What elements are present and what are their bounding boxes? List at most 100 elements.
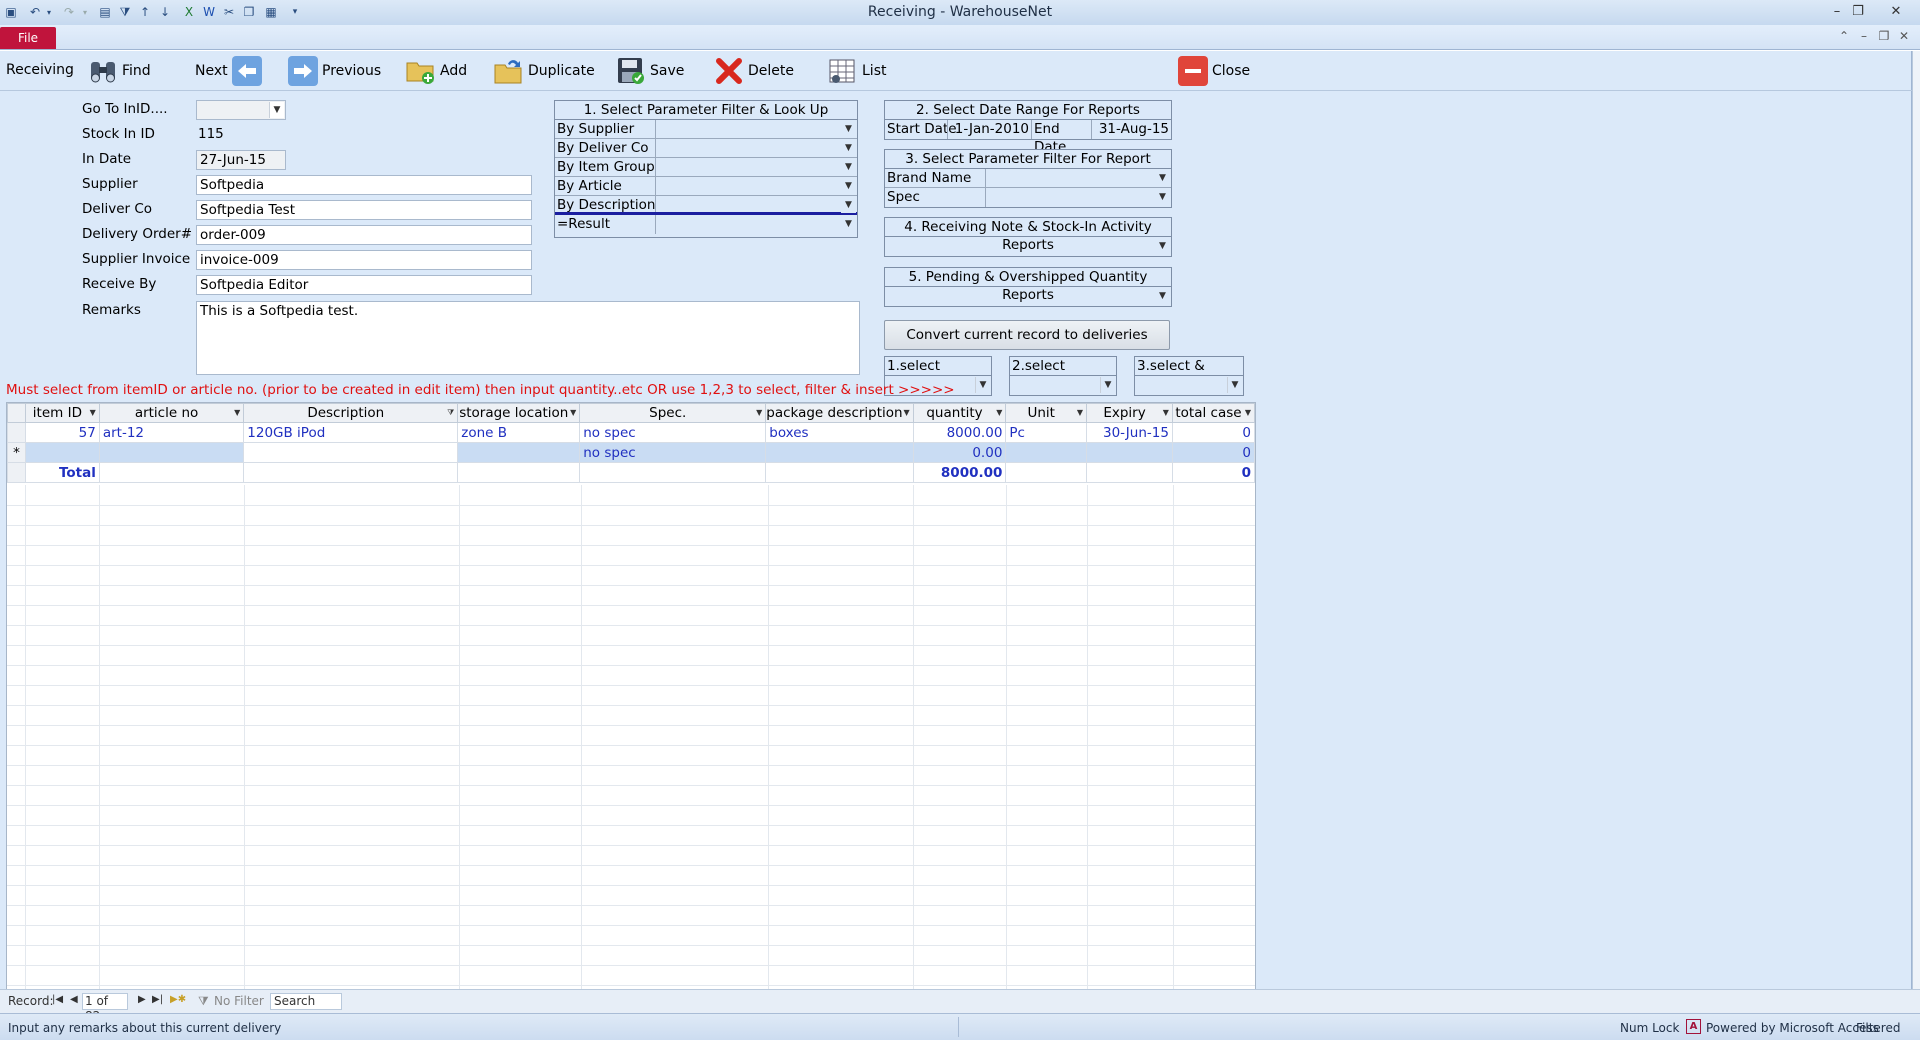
sort-arrow-icon[interactable]: ▼ (234, 408, 240, 417)
no-filter-icon[interactable]: ⧩ (198, 994, 209, 1009)
chevron-down-icon[interactable]: ▼ (1227, 377, 1242, 393)
cell-article-no[interactable] (98, 442, 245, 463)
col-item-id[interactable]: item ID ▼ (24, 403, 100, 423)
file-tab[interactable]: File (0, 27, 56, 49)
filter-result[interactable]: =Result ▼ (555, 215, 857, 234)
cell-quantity[interactable]: 0.00 (912, 442, 1007, 463)
receive-by-field[interactable]: Softpedia Editor (196, 275, 532, 295)
cell-storage-location[interactable] (457, 442, 581, 463)
chevron-down-icon[interactable]: ▼ (841, 121, 856, 137)
filter-funnel-icon[interactable]: ⧩ (447, 408, 454, 418)
report-filter-brand[interactable]: Brand Name ▼ (885, 169, 1171, 188)
sort-arrow-icon[interactable]: ▼ (903, 408, 909, 417)
col-spec[interactable]: Spec. ▼ (579, 403, 767, 423)
filter-combo[interactable]: ▼ (655, 120, 857, 138)
filter-combo[interactable]: ▼ (655, 158, 857, 176)
filter-by-deliver-co[interactable]: By Deliver Co ▼ (555, 139, 857, 158)
ribbon-collapse-icon[interactable]: ⌃ (1836, 29, 1852, 43)
new-record-icon[interactable]: ▶✱ (170, 994, 186, 1005)
goto-combo[interactable]: ▼ (196, 100, 286, 120)
filter-by-description[interactable]: By Description ▼ (555, 196, 857, 215)
select-2-combo[interactable]: ▼ (1010, 376, 1116, 395)
chevron-down-icon[interactable]: ▼ (841, 178, 856, 194)
chevron-down-icon[interactable]: ▼ (269, 102, 284, 118)
doc-close-icon[interactable]: ✕ (1896, 29, 1912, 43)
cell-package[interactable] (765, 442, 914, 463)
chevron-down-icon[interactable]: ▼ (1155, 238, 1170, 254)
remarks-textarea[interactable]: This is a Softpedia test. (196, 301, 860, 375)
sort-arrow-icon[interactable]: ▼ (1077, 408, 1083, 417)
sort-arrow-icon[interactable]: ▼ (1163, 408, 1169, 417)
list-button[interactable]: List (828, 55, 886, 87)
chevron-down-icon[interactable]: ▼ (841, 216, 856, 232)
filter-by-item-group[interactable]: By Item Group ▼ (555, 158, 857, 177)
sort-arrow-icon[interactable]: ▼ (756, 408, 762, 417)
cell-unit[interactable]: Pc (1005, 422, 1088, 443)
filter-combo[interactable]: ▼ (655, 139, 857, 157)
supplier-invoice-field[interactable]: invoice-009 (196, 250, 532, 270)
convert-to-deliveries-button[interactable]: Convert current record to deliveries (884, 320, 1170, 350)
save-button[interactable]: Save (616, 55, 684, 87)
new-record-marker[interactable]: * (7, 442, 26, 463)
chevron-down-icon[interactable]: ▼ (1100, 377, 1115, 393)
add-button[interactable]: Add (406, 55, 467, 87)
chevron-down-icon[interactable]: ▼ (1155, 288, 1170, 304)
sort-arrow-icon[interactable]: ▼ (1245, 408, 1251, 417)
result-combo[interactable]: ▼ (655, 215, 857, 234)
next-button[interactable]: Next (195, 55, 262, 87)
deliver-co-field[interactable]: Softpedia Test (196, 200, 532, 220)
sort-arrow-icon[interactable]: ▼ (90, 408, 96, 417)
row-selector-header[interactable] (7, 403, 26, 423)
cell-storage-location[interactable]: zone B (457, 422, 581, 443)
col-total-case[interactable]: total case ▼ (1171, 403, 1255, 423)
filter-status[interactable]: No Filter (214, 994, 264, 1008)
chevron-down-icon[interactable]: ▼ (841, 140, 856, 156)
row-selector[interactable] (7, 422, 26, 443)
new-record-row[interactable]: * no spec 0.00 0 (7, 442, 1255, 463)
delete-button[interactable]: Delete (714, 55, 794, 87)
chevron-down-icon[interactable]: ▼ (975, 377, 990, 393)
doc-restore-icon[interactable]: ❐ (1876, 29, 1892, 43)
filter-combo[interactable]: ▼ (655, 177, 857, 195)
pending-reports-combo[interactable]: ▼ (885, 287, 1171, 306)
report-filter-combo[interactable]: ▼ (985, 188, 1171, 207)
find-button[interactable]: Find (88, 55, 151, 87)
close-window-icon[interactable]: ✕ (1872, 1, 1920, 21)
col-article-no[interactable]: article no ▼ (98, 403, 245, 423)
supplier-field[interactable]: Softpedia (196, 175, 532, 195)
receiving-reports-combo[interactable]: ▼ (885, 237, 1171, 256)
sort-arrow-icon[interactable]: ▼ (996, 408, 1002, 417)
start-date-field[interactable]: 1-Jan-2010 (947, 120, 1031, 139)
select-2[interactable]: 2.select ▼ (1009, 356, 1117, 396)
col-unit[interactable]: Unit ▼ (1005, 403, 1088, 423)
cell-quantity[interactable]: 8000.00 (912, 422, 1007, 443)
search-input[interactable]: Search (270, 993, 342, 1010)
col-storage-location[interactable]: storage location ▼ (457, 403, 581, 423)
report-filter-combo[interactable]: ▼ (985, 169, 1171, 187)
table-row[interactable]: 57 art-12 120GB iPod zone B no spec boxe… (7, 422, 1255, 443)
sort-arrow-icon[interactable]: ▼ (570, 408, 576, 417)
filter-combo[interactable]: ▼ (655, 196, 857, 213)
cell-package[interactable]: boxes (765, 422, 914, 443)
last-record-icon[interactable]: ▶| (152, 994, 163, 1005)
col-package-description[interactable]: package description ▼ (765, 403, 914, 423)
col-expiry[interactable]: Expiry ▼ (1086, 403, 1173, 423)
cell-spec[interactable]: no spec (579, 422, 767, 443)
cell-total-case[interactable]: 0 (1171, 442, 1255, 463)
first-record-icon[interactable]: |◀ (52, 994, 63, 1005)
doc-minimize-icon[interactable]: – (1856, 29, 1872, 43)
restore-icon[interactable]: ❐ (1845, 1, 1871, 21)
cell-unit[interactable] (1005, 442, 1088, 463)
in-date-field[interactable]: 27-Jun-15 (196, 150, 286, 170)
cell-description[interactable] (243, 442, 459, 463)
col-quantity[interactable]: quantity ▼ (912, 403, 1007, 423)
form-scrollbar[interactable] (1912, 51, 1920, 989)
cell-expiry[interactable]: 30-Jun-15 (1086, 422, 1173, 443)
previous-record-icon[interactable]: ◀ (70, 994, 78, 1005)
filter-by-supplier[interactable]: By Supplier ▼ (555, 120, 857, 139)
report-filter-spec[interactable]: Spec ▼ (885, 188, 1171, 207)
chevron-down-icon[interactable]: ▼ (1155, 189, 1170, 205)
cell-article-no[interactable]: art-12 (98, 422, 245, 443)
end-date-field[interactable]: 31-Aug-15 (1091, 120, 1171, 139)
close-button[interactable]: Close (1178, 55, 1250, 87)
